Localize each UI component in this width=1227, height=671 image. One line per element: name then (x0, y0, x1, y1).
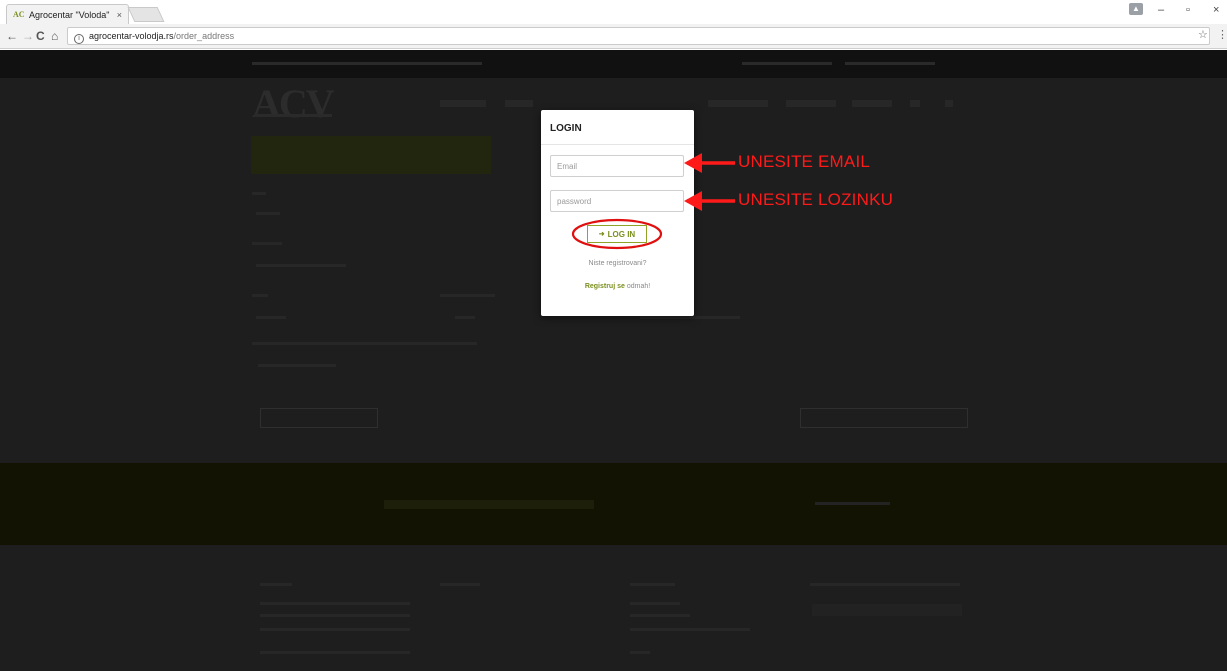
form-label (252, 294, 268, 297)
profile-icon[interactable]: ▲ (1129, 3, 1143, 15)
tab-title: Agrocentar "Voloda" (29, 9, 110, 20)
continue-order-button[interactable] (800, 408, 968, 428)
maximize-button[interactable]: ▫ (1186, 4, 1190, 16)
nav-placeholder (505, 100, 533, 107)
modal-title: LOGIN (550, 123, 582, 134)
home-icon[interactable]: ⌂ (51, 29, 58, 43)
nav-placeholder (852, 100, 892, 107)
footer-text (630, 628, 750, 631)
nav-placeholder (945, 100, 953, 107)
browser-toolbar: ← → C ⌂ i agrocentar-volodja.rs/order_add… (0, 24, 1227, 49)
nav-placeholder (910, 100, 920, 107)
footer-text (260, 602, 410, 605)
nav-placeholder (440, 100, 486, 107)
password-field[interactable] (550, 190, 684, 212)
password-hint-label: UNESITE LOZINKU (738, 190, 894, 209)
footer-text (260, 614, 410, 617)
form-value (256, 264, 346, 267)
topbar-link (845, 62, 935, 65)
window-close-button[interactable]: × (1213, 4, 1219, 16)
footer-text (260, 651, 410, 654)
browser-tabstrip: AC Agrocentar "Voloda" × ▲ – ▫ × (0, 0, 1227, 24)
newsletter-input[interactable] (812, 604, 962, 616)
form-label (440, 294, 495, 297)
reload-icon[interactable]: C (36, 29, 45, 43)
back-to-cart-button[interactable] (260, 408, 378, 428)
logo-subtitle (254, 114, 332, 117)
site-logo: ACV (252, 81, 335, 126)
form-value (256, 316, 286, 319)
url-path: /order_address (173, 31, 235, 41)
address-bar[interactable]: i agrocentar-volodja.rs/order_address (67, 27, 1210, 45)
form-value (455, 316, 475, 319)
footer-text (630, 614, 690, 617)
register-link[interactable]: Registruj se (585, 283, 625, 290)
footer-text (630, 651, 650, 654)
footer-heading (810, 583, 960, 586)
site-topbar (0, 50, 1227, 78)
browser-tab[interactable]: AC Agrocentar "Voloda" × (6, 4, 129, 24)
facebook-band (0, 463, 1227, 545)
register-suffix: odmah! (624, 283, 651, 290)
footer-heading (630, 583, 675, 586)
login-button[interactable]: ➜ LOG IN (587, 225, 647, 243)
forward-arrow-icon[interactable]: → (22, 29, 34, 43)
back-arrow-icon[interactable]: ← (6, 29, 18, 43)
sign-in-icon: ➜ (598, 231, 605, 238)
form-note (252, 342, 477, 345)
bookmark-star-icon[interactable]: ☆ (1198, 28, 1208, 41)
favicon-icon: AC (13, 9, 25, 19)
footer-text (260, 628, 410, 631)
modal-divider (541, 144, 694, 145)
nav-placeholder (786, 100, 836, 107)
tab-close-icon[interactable]: × (117, 10, 122, 20)
url-host: agrocentar-volodja.rs (89, 31, 174, 41)
facebook-login-button[interactable] (815, 502, 890, 505)
minimize-button[interactable]: – (1158, 4, 1164, 16)
login-button-label: LOG IN (607, 229, 636, 239)
form-value (256, 212, 280, 215)
topbar-info (252, 62, 482, 65)
email-field[interactable] (550, 155, 684, 177)
footer-heading (440, 583, 480, 586)
facebook-heading (384, 500, 594, 509)
browser-menu-icon[interactable]: ⋮ (1217, 28, 1227, 41)
register-line: Registruj se odmah! (541, 283, 694, 290)
form-label (252, 192, 266, 195)
footer-heading (260, 583, 292, 586)
topbar-link (742, 62, 832, 65)
site-info-icon[interactable]: i (74, 34, 84, 44)
not-registered-text: Niste registrovani? (588, 260, 647, 267)
form-link (258, 364, 336, 367)
form-value (640, 316, 740, 319)
olive-banner (251, 136, 491, 174)
form-label (252, 242, 282, 245)
footer-text (630, 602, 680, 605)
email-hint-label: UNESITE EMAIL (738, 152, 871, 171)
nav-placeholder (708, 100, 768, 107)
login-modal: LOGIN ➜ LOG IN Niste registrovani? Regis… (541, 110, 694, 316)
new-tab-button[interactable] (127, 7, 165, 22)
